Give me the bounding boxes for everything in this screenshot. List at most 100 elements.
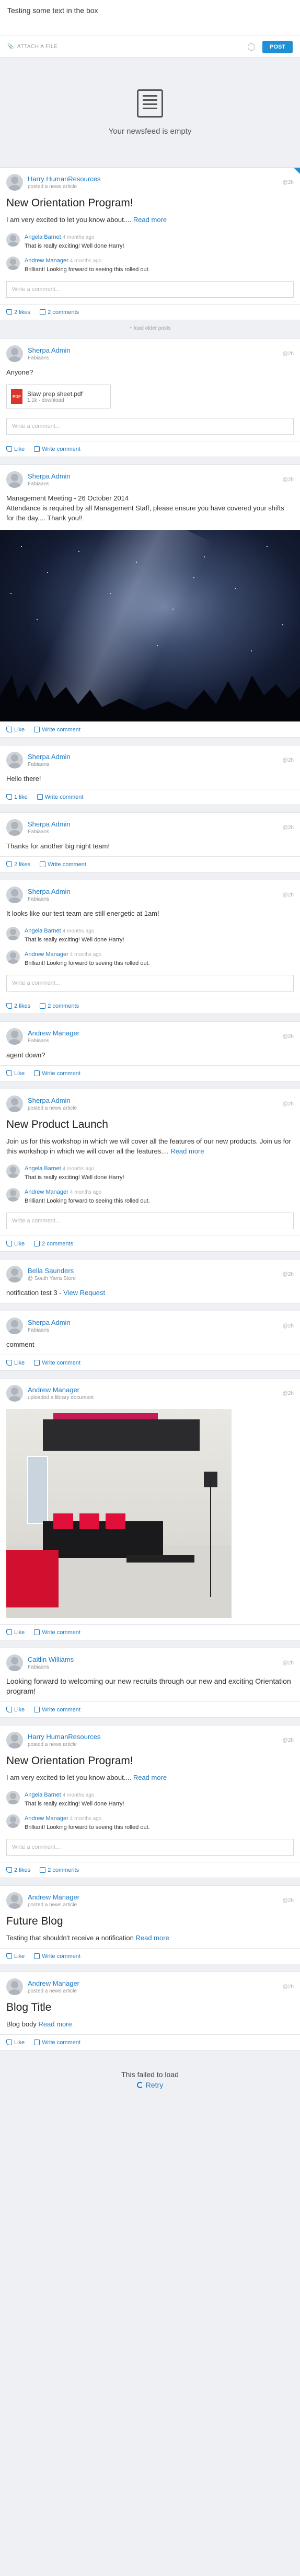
author-name[interactable]: Andrew Manager	[28, 1029, 283, 1037]
comment-author[interactable]: Andrew Manager	[25, 1189, 68, 1195]
avatar[interactable]	[6, 752, 23, 768]
like-button[interactable]: Like	[6, 1707, 25, 1713]
comment-author[interactable]: Angela Barnet	[25, 234, 61, 240]
like-button[interactable]: 2 likes	[6, 1003, 30, 1009]
comments-button[interactable]: 2 comments	[40, 1003, 79, 1009]
author-name[interactable]: Sherpa Admin	[28, 1097, 283, 1104]
view-request-link[interactable]: View Request	[63, 1289, 105, 1297]
comment-input[interactable]: Write a comment...	[6, 1839, 294, 1856]
load-older-button[interactable]: + load older posts	[0, 325, 300, 331]
like-button[interactable]: 2 likes	[6, 1867, 30, 1873]
comment-author[interactable]: Angela Barnet	[25, 1165, 61, 1172]
post-title[interactable]: Blog Title	[0, 1999, 300, 2018]
retry-button[interactable]: Retry	[136, 2081, 163, 2089]
like-button[interactable]: Like	[6, 727, 25, 733]
avatar[interactable]	[6, 1318, 23, 1334]
avatar[interactable]	[6, 1266, 23, 1283]
avatar[interactable]	[6, 1164, 20, 1178]
avatar[interactable]	[6, 1188, 20, 1202]
avatar[interactable]	[6, 174, 23, 191]
composer-input[interactable]: Testing some text in the box	[7, 6, 98, 15]
like-button[interactable]: Like	[6, 1953, 25, 1960]
emoji-icon[interactable]	[248, 43, 256, 51]
write-comment-button[interactable]: Write comment	[34, 446, 80, 452]
avatar[interactable]	[6, 1791, 20, 1804]
comment-input[interactable]: Write a comment...	[6, 418, 294, 435]
avatar[interactable]	[6, 1892, 23, 1909]
avatar[interactable]	[6, 1978, 23, 1995]
avatar[interactable]	[6, 1028, 23, 1045]
author-name[interactable]: Harry HumanResources	[28, 175, 283, 183]
author-name[interactable]: Bella Saunders	[28, 1267, 283, 1275]
author-name[interactable]: Sherpa Admin	[28, 346, 283, 354]
write-comment-button[interactable]: Write comment	[34, 2039, 80, 2046]
post-title[interactable]: New Product Launch	[0, 1116, 300, 1135]
avatar[interactable]	[6, 233, 20, 247]
comments-button[interactable]: 2 comments	[40, 309, 79, 316]
like-button[interactable]: 2 likes	[6, 861, 30, 868]
avatar[interactable]	[6, 1654, 23, 1671]
post-title[interactable]: Future Blog	[0, 1913, 300, 1932]
like-button[interactable]: Like	[6, 446, 25, 452]
comment-author[interactable]: Andrew Manager	[25, 1815, 68, 1822]
comments-button[interactable]: 2 comments	[34, 1241, 73, 1247]
write-comment-button[interactable]: Write comment	[40, 861, 86, 868]
like-button[interactable]: Like	[6, 1070, 25, 1077]
write-comment-button[interactable]: Write comment	[34, 1629, 80, 1636]
comment-input[interactable]: Write a comment...	[6, 1213, 294, 1229]
comment-text: Brilliant! Looking forward to seeing thi…	[25, 1198, 150, 1204]
attached-file[interactable]: PDF Slaw prep sheet.pdf 1.1k · download	[6, 384, 111, 409]
like-button[interactable]: Like	[6, 1629, 25, 1636]
comment-author[interactable]: Andrew Manager	[25, 951, 68, 958]
write-comment-button[interactable]: Write comment	[34, 1953, 80, 1960]
author-name[interactable]: Sherpa Admin	[28, 820, 283, 828]
post-title[interactable]: New Orientation Program!	[0, 195, 300, 214]
read-more-link[interactable]: Read more	[133, 1774, 167, 1781]
avatar[interactable]	[6, 1814, 20, 1828]
write-comment-button[interactable]: Write comment	[34, 1707, 80, 1713]
comment-author[interactable]: Andrew Manager	[25, 258, 68, 264]
author-name[interactable]: Caitlin Williams	[28, 1656, 283, 1663]
like-button[interactable]: Like	[6, 2039, 25, 2046]
read-more-link[interactable]: Read more	[133, 216, 167, 224]
read-more-link[interactable]: Read more	[38, 2020, 72, 2028]
night-sky-photo[interactable]	[0, 530, 300, 721]
like-button[interactable]: 2 likes	[6, 309, 30, 316]
write-comment-button[interactable]: Write comment	[34, 1070, 80, 1077]
read-more-link[interactable]: Read more	[170, 1147, 204, 1155]
like-button[interactable]: Like	[6, 1360, 25, 1366]
write-comment-button[interactable]: Write comment	[37, 794, 83, 800]
write-comment-button[interactable]: Write comment	[34, 727, 80, 733]
comment-input[interactable]: Write a comment...	[6, 281, 294, 298]
avatar[interactable]	[6, 1732, 23, 1749]
post-title[interactable]: New Orientation Program!	[0, 1753, 300, 1771]
post-button[interactable]: POST	[262, 40, 293, 53]
author-name[interactable]: Sherpa Admin	[28, 1319, 283, 1326]
author-name[interactable]: Andrew Manager	[28, 1386, 283, 1394]
write-comment-button[interactable]: Write comment	[34, 1360, 80, 1366]
avatar[interactable]	[6, 1095, 23, 1112]
author-name[interactable]: Harry HumanResources	[28, 1733, 283, 1741]
avatar[interactable]	[6, 257, 20, 270]
avatar[interactable]	[6, 1385, 23, 1402]
avatar[interactable]	[6, 950, 20, 964]
author-name[interactable]: Sherpa Admin	[28, 888, 283, 895]
author-name[interactable]: Andrew Manager	[28, 1893, 283, 1901]
avatar[interactable]	[6, 887, 23, 903]
like-button[interactable]: 1 like	[6, 794, 28, 800]
comments-button[interactable]: 2 comments	[40, 1867, 79, 1873]
comment-input[interactable]: Write a comment...	[6, 975, 294, 992]
author-name[interactable]: Sherpa Admin	[28, 753, 283, 761]
comment-author[interactable]: Angela Barnet	[25, 1792, 61, 1798]
attach-file-button[interactable]: 📎 ATTACH A FILE	[7, 44, 57, 50]
read-more-link[interactable]: Read more	[135, 1934, 169, 1942]
bedroom-photo[interactable]	[6, 1409, 232, 1618]
author-name[interactable]: Sherpa Admin	[28, 472, 283, 480]
avatar[interactable]	[6, 345, 23, 362]
avatar[interactable]	[6, 927, 20, 940]
comment-author[interactable]: Angela Barnet	[25, 928, 61, 934]
like-button[interactable]: Like	[6, 1241, 25, 1247]
avatar[interactable]	[6, 471, 23, 488]
avatar[interactable]	[6, 819, 23, 836]
author-name[interactable]: Andrew Manager	[28, 1979, 283, 1987]
